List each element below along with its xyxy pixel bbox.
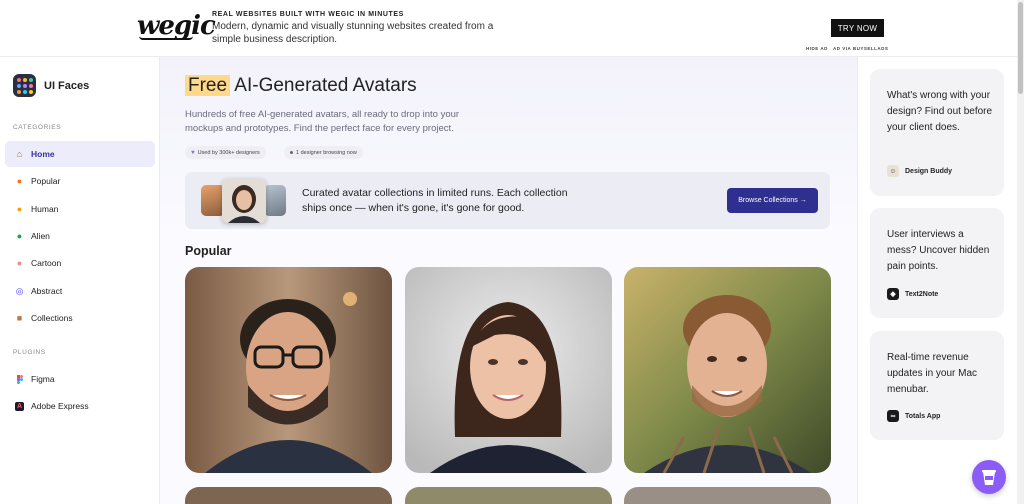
figma-icon (15, 374, 24, 384)
spiral-icon: ◎ (15, 285, 24, 296)
nav-label: Human (31, 204, 59, 214)
promo-text: Curated avatar collections in limited ru… (302, 187, 568, 214)
sidebar: UI Faces CATEGORIES ⌂ Home ● Popular ● H… (0, 57, 160, 504)
ui-faces-logo-icon (13, 74, 36, 97)
person-icon: ● (16, 203, 23, 214)
avatar-card[interactable] (185, 487, 392, 504)
browse-collections-button[interactable]: Browse Collections → (727, 188, 818, 213)
sponsor-brand-name: Text2Note (905, 290, 939, 298)
text2note-icon: ◆ (887, 288, 899, 300)
sponsor-card[interactable]: What's wrong with your design? Find out … (870, 69, 1004, 196)
nav-item-home[interactable]: ⌂ Home (5, 141, 155, 167)
avatar-man-outdoor-image (624, 267, 831, 473)
nav-label: Alien (31, 231, 50, 241)
page-scrollbar[interactable] (1017, 0, 1024, 504)
house-icon: ⌂ (16, 148, 23, 159)
promo-avatar-center (222, 179, 266, 223)
sponsor-brand: ∞ Totals App (887, 410, 940, 422)
page-subtitle: Hundreds of free AI-generated avatars, a… (185, 109, 460, 134)
designers-badge: ♥ Used by 300k+ designers (185, 146, 266, 159)
avatar-card[interactable] (405, 487, 612, 504)
brand-name: UI Faces (44, 79, 90, 92)
nav-label: Popular (31, 176, 61, 186)
fire-icon: ● (16, 175, 23, 186)
nav-item-human[interactable]: ● Human (5, 196, 155, 222)
sponsor-brand-name: Totals App (905, 412, 941, 420)
sponsor-card[interactable]: Real-time revenue updates in your Mac me… (870, 331, 1004, 440)
nav-item-cartoon[interactable]: ● Cartoon (5, 250, 155, 276)
avatar-man-glasses-image (185, 267, 392, 473)
heart-icon: ♥ (191, 149, 195, 156)
browsing-badge-text: 1 designer browsing now (296, 149, 357, 156)
nav-label: Collections (31, 313, 73, 323)
nav-label: Adobe Express (31, 401, 89, 411)
coffee-button[interactable] (972, 460, 1006, 494)
avatar-woman-image (405, 267, 612, 473)
nav-item-figma[interactable]: Figma (5, 366, 155, 392)
ad-description: Modern, dynamic and visually stunning we… (212, 21, 494, 45)
sponsor-card[interactable]: User interviews a mess? Uncover hidden p… (870, 208, 1004, 318)
avatar-card[interactable] (405, 267, 612, 473)
sponsor-brand: ◆ Text2Note (887, 288, 938, 300)
sponsor-brand: ☺ Design Buddy (887, 165, 952, 177)
avatar-card[interactable] (624, 487, 831, 504)
cartoon-icon: ● (16, 257, 23, 268)
plugins-heading: PLUGINS (13, 349, 46, 356)
ad-via-link[interactable]: AD VIA BUYSELLADS (833, 46, 888, 51)
nav-label: Cartoon (31, 258, 62, 268)
nav-item-abstract[interactable]: ◎ Abstract (5, 278, 155, 304)
popular-heading: Popular (185, 244, 232, 258)
logo-swoosh (139, 36, 193, 40)
main-content: Free AI-Generated Avatars Hundreds of fr… (160, 57, 857, 504)
live-dot-icon (290, 151, 293, 154)
try-now-button[interactable]: TRY NOW (831, 19, 884, 37)
nav-item-adobe-express[interactable]: A Adobe Express (5, 393, 155, 419)
right-rail: What's wrong with your design? Find out … (857, 57, 1017, 504)
nav-item-alien[interactable]: ● Alien (5, 223, 155, 249)
brand[interactable]: UI Faces (13, 74, 89, 97)
adobe-express-icon: A (15, 401, 24, 411)
promo-avatar-right (264, 185, 286, 216)
title-highlight: Free (185, 75, 231, 96)
designers-badge-text: Used by 300k+ designers (197, 149, 260, 156)
nav-item-collections[interactable]: ■ Collections (5, 305, 155, 331)
alien-icon: ● (16, 230, 23, 241)
totals-app-icon: ∞ (887, 410, 899, 422)
ad-headline: REAL WEBSITES BUILT WITH WEGIC IN MINUTE… (212, 11, 404, 18)
design-buddy-icon: ☺ (887, 165, 899, 177)
sponsor-text: Real-time revenue updates in your Mac me… (887, 352, 978, 395)
sponsor-text: What's wrong with your design? Find out … (887, 90, 993, 133)
nav-label: Abstract (31, 286, 63, 296)
coffee-cup-icon (982, 470, 996, 485)
collections-promo: Curated avatar collections in limited ru… (185, 172, 830, 229)
avatar-card[interactable] (624, 267, 831, 473)
hide-ad-link[interactable]: HIDE AD (806, 46, 828, 51)
box-icon: ■ (16, 312, 23, 323)
avatar-card[interactable] (185, 267, 392, 473)
categories-heading: CATEGORIES (13, 124, 62, 131)
title-text: AI-Generated Avatars (230, 75, 417, 96)
scrollbar-thumb[interactable] (1018, 2, 1023, 94)
sponsor-brand-name: Design Buddy (905, 167, 953, 175)
sponsor-text: User interviews a mess? Uncover hidden p… (887, 229, 990, 272)
ad-banner: wegic REAL WEBSITES BUILT WITH WEGIC IN … (0, 0, 1017, 57)
nav-item-popular[interactable]: ● Popular (5, 168, 155, 194)
browsing-badge: 1 designer browsing now (284, 146, 363, 159)
nav-label: Figma (31, 374, 55, 384)
page-title: Free AI-Generated Avatars (185, 75, 417, 97)
nav-label: Home (31, 149, 55, 159)
